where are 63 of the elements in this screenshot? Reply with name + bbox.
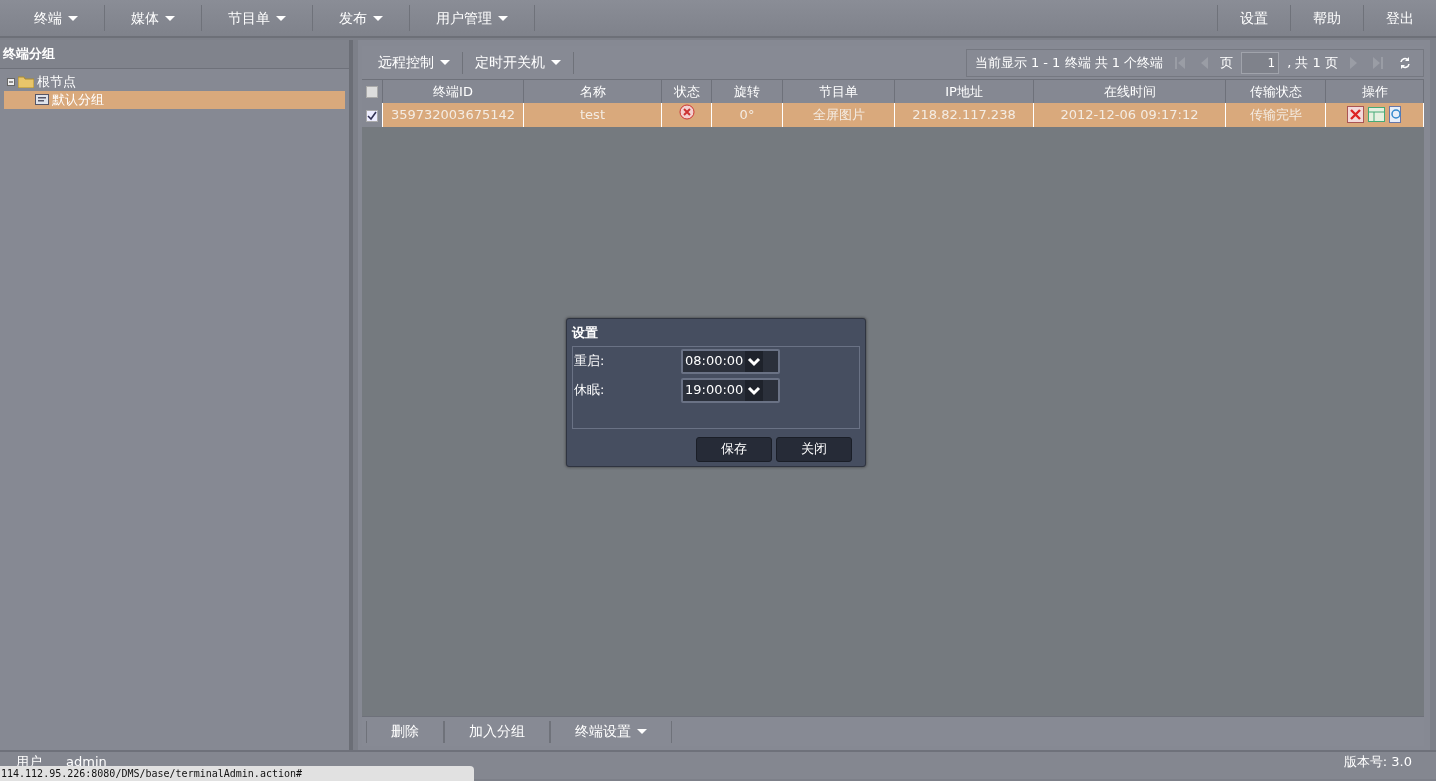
delete-icon[interactable]	[1346, 106, 1364, 124]
page-field[interactable]: 1	[1241, 51, 1280, 74]
folder-icon	[18, 75, 34, 88]
caret-icon	[68, 15, 78, 21]
table-icon[interactable]	[1367, 106, 1385, 124]
toolbar-button[interactable]: 删除	[365, 720, 444, 743]
menu-item[interactable]: 登出	[1363, 5, 1436, 31]
caret-icon	[439, 60, 450, 65]
column-header: 状态	[661, 80, 712, 103]
table-cell: 全屏图片	[782, 103, 895, 127]
time-field[interactable]: 08:00:00	[681, 348, 780, 374]
caret-icon	[165, 15, 175, 21]
caret-icon	[636, 729, 647, 734]
menu-item[interactable]: 媒体	[105, 5, 202, 31]
table-cell: test	[523, 103, 662, 127]
toolbar-button[interactable]: 终端设置	[549, 720, 672, 743]
menu-item[interactable]: 用户管理	[410, 5, 535, 31]
menu-item[interactable]: 发布	[313, 5, 410, 31]
pager-summary: 当前显示 1 - 1 终端 共 1 个终端	[974, 53, 1164, 72]
group-icon	[35, 94, 49, 105]
dialog-title: 设置	[572, 324, 599, 342]
caret-icon	[550, 60, 561, 65]
collapse-icon[interactable]	[7, 77, 15, 86]
menu-item[interactable]: 节目单	[202, 5, 313, 31]
menu-item[interactable]: 帮助	[1290, 5, 1363, 31]
toolbar-menu[interactable]: 定时开关机	[462, 51, 574, 74]
field-label: 休眠:	[574, 381, 606, 400]
toolbar-button[interactable]: 加入分组	[443, 720, 550, 743]
menu-item[interactable]: 终端	[8, 5, 105, 31]
column-header: 名称	[523, 80, 662, 103]
column-header: 旋转	[711, 80, 783, 103]
table-cell: 0°	[711, 103, 783, 127]
menu-item[interactable]: 设置	[1217, 5, 1290, 31]
table-row[interactable]: 359732003675142 test 0° 全屏图片 218.82.117.238 2012-12-06 09:17:12 传输完毕	[361, 103, 1424, 127]
page-label: 页	[1220, 53, 1234, 72]
caret-icon	[373, 15, 383, 21]
tree-item[interactable]: 默认分组	[4, 90, 345, 109]
column-header: 传输状态	[1225, 80, 1326, 103]
tree-item[interactable]: 根节点	[4, 72, 345, 91]
page-total: , 共 1 页	[1287, 53, 1338, 72]
table-cell: 2012-12-06 09:17:12	[1033, 103, 1226, 127]
column-header: IP地址	[894, 80, 1034, 103]
row-checkbox[interactable]	[365, 109, 378, 122]
caret-icon	[276, 15, 286, 21]
column-header: 终端ID	[382, 80, 524, 103]
dialog-button[interactable]: 保存	[696, 436, 772, 462]
toolbar-menu[interactable]: 远程控制	[365, 51, 463, 74]
table-cell: 218.82.117.238	[894, 103, 1034, 127]
search-icon[interactable]	[1388, 106, 1403, 124]
table-cell: 359732003675142	[382, 103, 524, 127]
time-field[interactable]: 19:00:00	[681, 377, 780, 403]
column-header: 操作	[1325, 80, 1424, 103]
version-label: 版本号: 3.0	[1343, 753, 1413, 771]
caret-icon	[498, 15, 508, 21]
column-header: 节目单	[782, 80, 895, 103]
url-status-bubble: 114.112.95.226:8080/DMS/base/terminalAdmin.action#	[0, 766, 474, 781]
table-cell: 传输完毕	[1225, 103, 1326, 127]
dialog-button[interactable]: 关闭	[776, 436, 852, 462]
panel-title: 终端分组	[0, 40, 349, 69]
field-label: 重启:	[574, 352, 606, 371]
user-name: admin	[66, 753, 107, 769]
column-header: 在线时间	[1033, 80, 1226, 103]
select-all-checkbox[interactable]	[365, 86, 378, 99]
